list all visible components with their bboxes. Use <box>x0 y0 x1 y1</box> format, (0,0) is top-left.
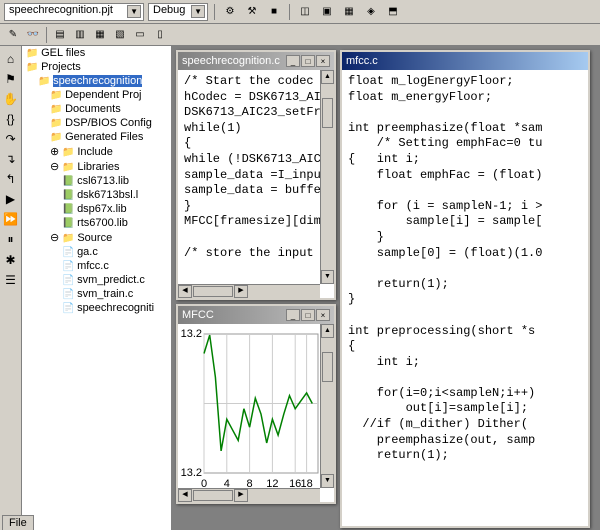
stop-icon[interactable]: ■ <box>265 3 283 21</box>
maximize-icon[interactable]: □ <box>301 55 315 67</box>
stepover-icon[interactable]: ↷ <box>5 132 15 146</box>
vscrollbar[interactable] <box>320 324 334 488</box>
tree-src-item[interactable]: mfcc.c <box>62 259 171 273</box>
editor-area: speechrecognition.c _ □ × /* Start the c… <box>172 46 600 530</box>
secondary-toolbar: ✎ 👓 ▤ ▥ ▦ ▧ ▭ ▯ <box>0 24 600 46</box>
stepin-icon[interactable]: ↴ <box>5 152 15 166</box>
build-icon[interactable]: ⚙ <box>221 3 239 21</box>
plot-window: MFCC _ □ × -13.213.2048121618 <box>176 304 336 504</box>
doc4-icon[interactable]: ▧ <box>111 26 129 44</box>
hand-icon[interactable]: ✋ <box>3 92 18 106</box>
editor-window-2: mfcc.c float m_logEnergyFloor; float m_e… <box>340 50 590 528</box>
tree-dependent[interactable]: Dependent Proj <box>50 88 171 102</box>
tree-source[interactable]: ⊖ Source <box>50 230 171 245</box>
deploy-icon[interactable]: ⬒ <box>384 3 402 21</box>
main-toolbar: speechrecognition.pjt Debug ⚙ ⚒ ■ ◫ ▣ ▦ … <box>0 0 600 24</box>
tree-gel[interactable]: GEL files <box>26 46 171 60</box>
minimize-icon[interactable]: _ <box>286 55 300 67</box>
left-toolbar: ⌂ ⚑ ✋ {} ↷ ↴ ↰ ▶ ⏩ ⏸ ✱ ☰ <box>0 46 22 530</box>
tree-tabs: File <box>22 515 34 530</box>
tree-lib-item[interactable]: dsp67x.lib <box>62 202 171 216</box>
project-dropdown[interactable]: speechrecognition.pjt <box>4 3 144 21</box>
package-icon[interactable]: ◈ <box>362 3 380 21</box>
svg-text:-13.2: -13.2 <box>180 467 202 479</box>
editor1-code[interactable]: /* Start the codec */ hCodec = DSK6713_A… <box>178 70 334 265</box>
tree-src-item[interactable]: svm_predict.c <box>62 273 171 287</box>
plot-title: MFCC <box>182 309 214 321</box>
editor2-code[interactable]: float m_logEnergyFloor; float m_energyFl… <box>342 70 588 468</box>
rebuild-icon[interactable]: ⚒ <box>243 3 261 21</box>
win1-icon[interactable]: ▭ <box>131 26 149 44</box>
editor2-title: mfcc.c <box>346 55 378 67</box>
box-icon[interactable]: ▣ <box>318 3 336 21</box>
cube-icon[interactable]: ◫ <box>296 3 314 21</box>
editor2-titlebar[interactable]: mfcc.c <box>342 52 588 70</box>
tree-dspbios[interactable]: DSP/BIOS Config <box>50 116 171 130</box>
hscrollbar[interactable] <box>178 488 320 502</box>
tree-lib-item[interactable]: csl6713.lib <box>62 174 171 188</box>
config-dropdown[interactable]: Debug <box>148 3 208 21</box>
glasses-icon[interactable]: 👓 <box>24 26 42 44</box>
tree-project-root[interactable]: speechrecognition <box>38 74 171 88</box>
flag-icon[interactable]: ⚑ <box>5 72 16 86</box>
tree-lib-item[interactable]: rts6700.lib <box>62 216 171 230</box>
tree-include[interactable]: ⊕ Include <box>50 144 171 159</box>
editor1-title: speechrecognition.c <box>182 55 280 67</box>
tree-documents[interactable]: Documents <box>50 102 171 116</box>
minimize-icon[interactable]: _ <box>286 309 300 321</box>
plot-canvas[interactable]: -13.213.2048121618 <box>178 324 334 493</box>
editor-window-1: speechrecognition.c _ □ × /* Start the c… <box>176 50 336 300</box>
tree-projects[interactable]: Projects <box>26 60 171 74</box>
tree-lib-item[interactable]: dsk6713bsl.l <box>62 188 171 202</box>
step-icon[interactable]: {} <box>6 112 14 126</box>
close-icon[interactable]: × <box>316 309 330 321</box>
tree-src-item[interactable]: ga.c <box>62 245 171 259</box>
run-icon[interactable]: ▶ <box>6 192 15 206</box>
runfast-icon[interactable]: ⏩ <box>3 212 18 226</box>
tree-src-item[interactable]: svm_train.c <box>62 287 171 301</box>
stepout-icon[interactable]: ↰ <box>5 172 15 186</box>
close-icon[interactable]: × <box>316 55 330 67</box>
plot-titlebar[interactable]: MFCC _ □ × <box>178 306 334 324</box>
tree-generated[interactable]: Generated Files <box>50 130 171 144</box>
maximize-icon[interactable]: □ <box>301 309 315 321</box>
doc1-icon[interactable]: ▤ <box>51 26 69 44</box>
hscrollbar[interactable] <box>178 284 320 298</box>
tree-libraries[interactable]: ⊖ Libraries <box>50 159 171 174</box>
tree-src-item[interactable]: speechrecogniti <box>62 301 171 315</box>
vscrollbar[interactable] <box>320 70 334 284</box>
editor1-titlebar[interactable]: speechrecognition.c _ □ × <box>178 52 334 70</box>
grid-icon[interactable]: ▦ <box>340 3 358 21</box>
bug-icon[interactable]: ☰ <box>5 273 16 287</box>
tab-file[interactable]: File <box>22 515 34 530</box>
home-icon[interactable]: ⌂ <box>7 52 14 66</box>
win2-icon[interactable]: ▯ <box>151 26 169 44</box>
doc3-icon[interactable]: ▦ <box>91 26 109 44</box>
doc2-icon[interactable]: ▥ <box>71 26 89 44</box>
wand-icon[interactable]: ✎ <box>4 26 22 44</box>
animate-icon[interactable]: ✱ <box>5 253 15 267</box>
svg-text:13.2: 13.2 <box>181 328 202 340</box>
project-tree-panel: GEL files Projects speechrecognition Dep… <box>22 46 172 530</box>
halt-icon[interactable]: ⏸ <box>7 232 13 247</box>
